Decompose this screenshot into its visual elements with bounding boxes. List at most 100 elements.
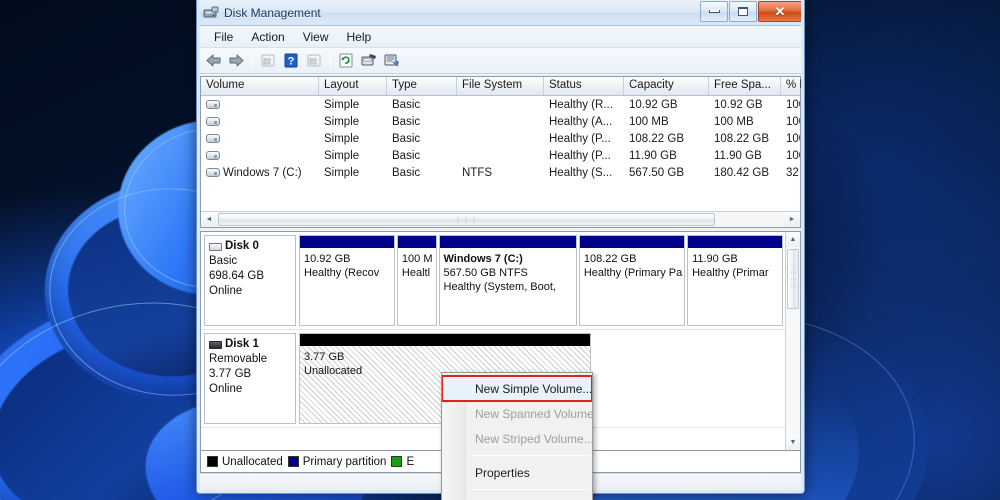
disk-size: 3.77 GB — [209, 367, 291, 382]
column-header-type[interactable]: Type — [387, 77, 457, 95]
column-header-file-system[interactable]: File System — [457, 77, 544, 95]
partition-size: 567.50 GB NTFS — [444, 266, 572, 280]
cell-capacity: 100 MB — [624, 116, 709, 128]
partition-body: Windows 7 (C:) 567.50 GB NTFS Healthy (S… — [440, 248, 576, 325]
forward-arrow-icon[interactable] — [225, 50, 247, 72]
drive-icon — [206, 100, 220, 109]
refresh-icon[interactable] — [335, 50, 357, 72]
cell-type: Basic — [387, 150, 457, 162]
partition-body: 11.90 GB Healthy (Primar — [688, 248, 782, 325]
graphical-view-vertical-scrollbar[interactable]: ▲ ⋮⋮⋮ ▼ — [785, 232, 800, 450]
disk-row-disk-0[interactable]: Disk 0 Basic 698.64 GB Online 1 — [201, 232, 785, 330]
close-button[interactable]: ✕ — [758, 1, 802, 22]
volume-list-horizontal-scrollbar[interactable]: ◄ ⋮⋮⋮ ► — [201, 211, 800, 227]
cell-capacity: 11.90 GB — [624, 150, 709, 162]
table-row[interactable]: Simple Basic Healthy (P... 108.22 GB 108… — [201, 130, 800, 147]
partition-status: Healtl — [402, 266, 432, 280]
properties-window-icon[interactable] — [303, 50, 325, 72]
cell-type: Basic — [387, 116, 457, 128]
menu-bar: File Action View Help — [197, 26, 804, 48]
cell-volume — [201, 100, 319, 109]
scroll-left-icon[interactable]: ◄ — [201, 212, 217, 227]
show-hide-console-tree-icon[interactable] — [257, 50, 279, 72]
title-bar[interactable]: Disk Management ✕ — [197, 0, 804, 26]
cell-capacity: 10.92 GB — [624, 99, 709, 111]
menu-item-file[interactable]: File — [205, 28, 242, 46]
cell-status: Healthy (P... — [544, 150, 624, 162]
properties-icon[interactable] — [358, 50, 380, 72]
minimize-button[interactable] — [700, 1, 728, 22]
disk-info-disk-1[interactable]: Disk 1 Removable 3.77 GB Online — [204, 333, 296, 424]
scroll-track[interactable]: ⋮⋮⋮ — [217, 212, 784, 227]
cell-volume: Windows 7 (C:) — [201, 167, 319, 179]
context-menu-separator-2 — [470, 489, 590, 490]
cell-free-space: 108.22 GB — [709, 133, 781, 145]
table-row[interactable]: Simple Basic Healthy (A... 100 MB 100 MB… — [201, 113, 800, 130]
drive-icon — [206, 151, 220, 160]
volume-list-header: Volume Layout Type File System Status Ca… — [201, 77, 800, 96]
cell-type: Basic — [387, 99, 457, 111]
context-menu-item-help[interactable]: Help — [442, 494, 592, 500]
partition-system-reserved[interactable]: 100 M Healtl — [397, 235, 437, 326]
legend-item-primary-partition: Primary partition — [288, 456, 387, 468]
partition-primary-108gb[interactable]: 108.22 GB Healthy (Primary Pa — [579, 235, 685, 326]
removable-disk-icon — [209, 341, 222, 349]
cell-free-space: 100 MB — [709, 116, 781, 128]
disk-management-icon — [203, 6, 219, 20]
legend-swatch-extended — [391, 456, 402, 467]
partition-recovery[interactable]: 10.92 GB Healthy (Recov — [299, 235, 395, 326]
cell-capacity: 567.50 GB — [624, 167, 709, 179]
partition-primary-11gb[interactable]: 11.90 GB Healthy (Primar — [687, 235, 783, 326]
column-header-capacity[interactable]: Capacity — [624, 77, 709, 95]
scroll-right-icon[interactable]: ► — [784, 212, 800, 227]
scroll-grip-icon: ⋮⋮⋮ — [455, 216, 479, 224]
back-arrow-icon[interactable] — [202, 50, 224, 72]
cell-free-space: 180.42 GB — [709, 167, 781, 179]
close-icon: ✕ — [775, 5, 786, 18]
disk-info-disk-0[interactable]: Disk 0 Basic 698.64 GB Online — [204, 235, 296, 326]
context-menu-item-new-spanned-volume: New Spanned Volume... — [442, 401, 592, 426]
toolbar-separator-1 — [252, 53, 253, 69]
menu-item-view[interactable]: View — [294, 28, 338, 46]
disk-name: Disk 1 — [225, 337, 259, 352]
rescan-disks-icon[interactable] — [381, 50, 403, 72]
table-row[interactable]: Windows 7 (C:) Simple Basic NTFS Healthy… — [201, 164, 800, 181]
cell-file-system: NTFS — [457, 167, 544, 179]
cell-layout: Simple — [319, 133, 387, 145]
menu-item-help[interactable]: Help — [338, 28, 381, 46]
cell-percent-free: 100 — [781, 150, 800, 162]
cell-status: Healthy (R... — [544, 99, 624, 111]
legend-item-unallocated: Unallocated — [207, 456, 283, 468]
partition-status: Healthy (Primary Pa — [584, 266, 680, 280]
context-menu-item-properties[interactable]: Properties — [442, 460, 592, 485]
column-header-free-space[interactable]: Free Spa... — [709, 77, 781, 95]
partition-size: 11.90 GB — [692, 252, 778, 266]
partition-type-bar — [580, 236, 684, 248]
maximize-button[interactable] — [729, 1, 757, 22]
context-menu-item-new-simple-volume[interactable]: New Simple Volume... — [442, 376, 592, 401]
column-header-status[interactable]: Status — [544, 77, 624, 95]
cell-layout: Simple — [319, 116, 387, 128]
menu-item-action[interactable]: Action — [242, 28, 293, 46]
partition-size: 10.92 GB — [304, 252, 390, 266]
help-icon[interactable]: ? — [280, 50, 302, 72]
scroll-track[interactable]: ⋮⋮⋮ — [786, 247, 800, 435]
column-header-layout[interactable]: Layout — [319, 77, 387, 95]
scroll-down-icon[interactable]: ▼ — [786, 435, 800, 450]
scroll-up-icon[interactable]: ▲ — [786, 232, 800, 247]
context-menu-separator-1 — [470, 455, 590, 456]
scroll-thumb[interactable]: ⋮⋮⋮ — [787, 249, 799, 309]
column-header-percent-free[interactable]: % F — [781, 77, 805, 95]
table-row[interactable]: Simple Basic Healthy (R... 10.92 GB 10.9… — [201, 96, 800, 113]
disk-size: 698.64 GB — [209, 269, 291, 284]
legend-label-primary-partition: Primary partition — [303, 456, 387, 468]
cell-layout: Simple — [319, 150, 387, 162]
cell-percent-free: 100 — [781, 99, 800, 111]
legend-swatch-unallocated — [207, 456, 218, 467]
desktop: Disk Management ✕ File Action View Help — [0, 0, 1000, 500]
cell-volume — [201, 117, 319, 126]
scroll-thumb[interactable]: ⋮⋮⋮ — [218, 213, 715, 226]
partition-windows-7-c[interactable]: Windows 7 (C:) 567.50 GB NTFS Healthy (S… — [439, 235, 577, 326]
table-row[interactable]: Simple Basic Healthy (P... 11.90 GB 11.9… — [201, 147, 800, 164]
column-header-volume[interactable]: Volume — [201, 77, 319, 95]
